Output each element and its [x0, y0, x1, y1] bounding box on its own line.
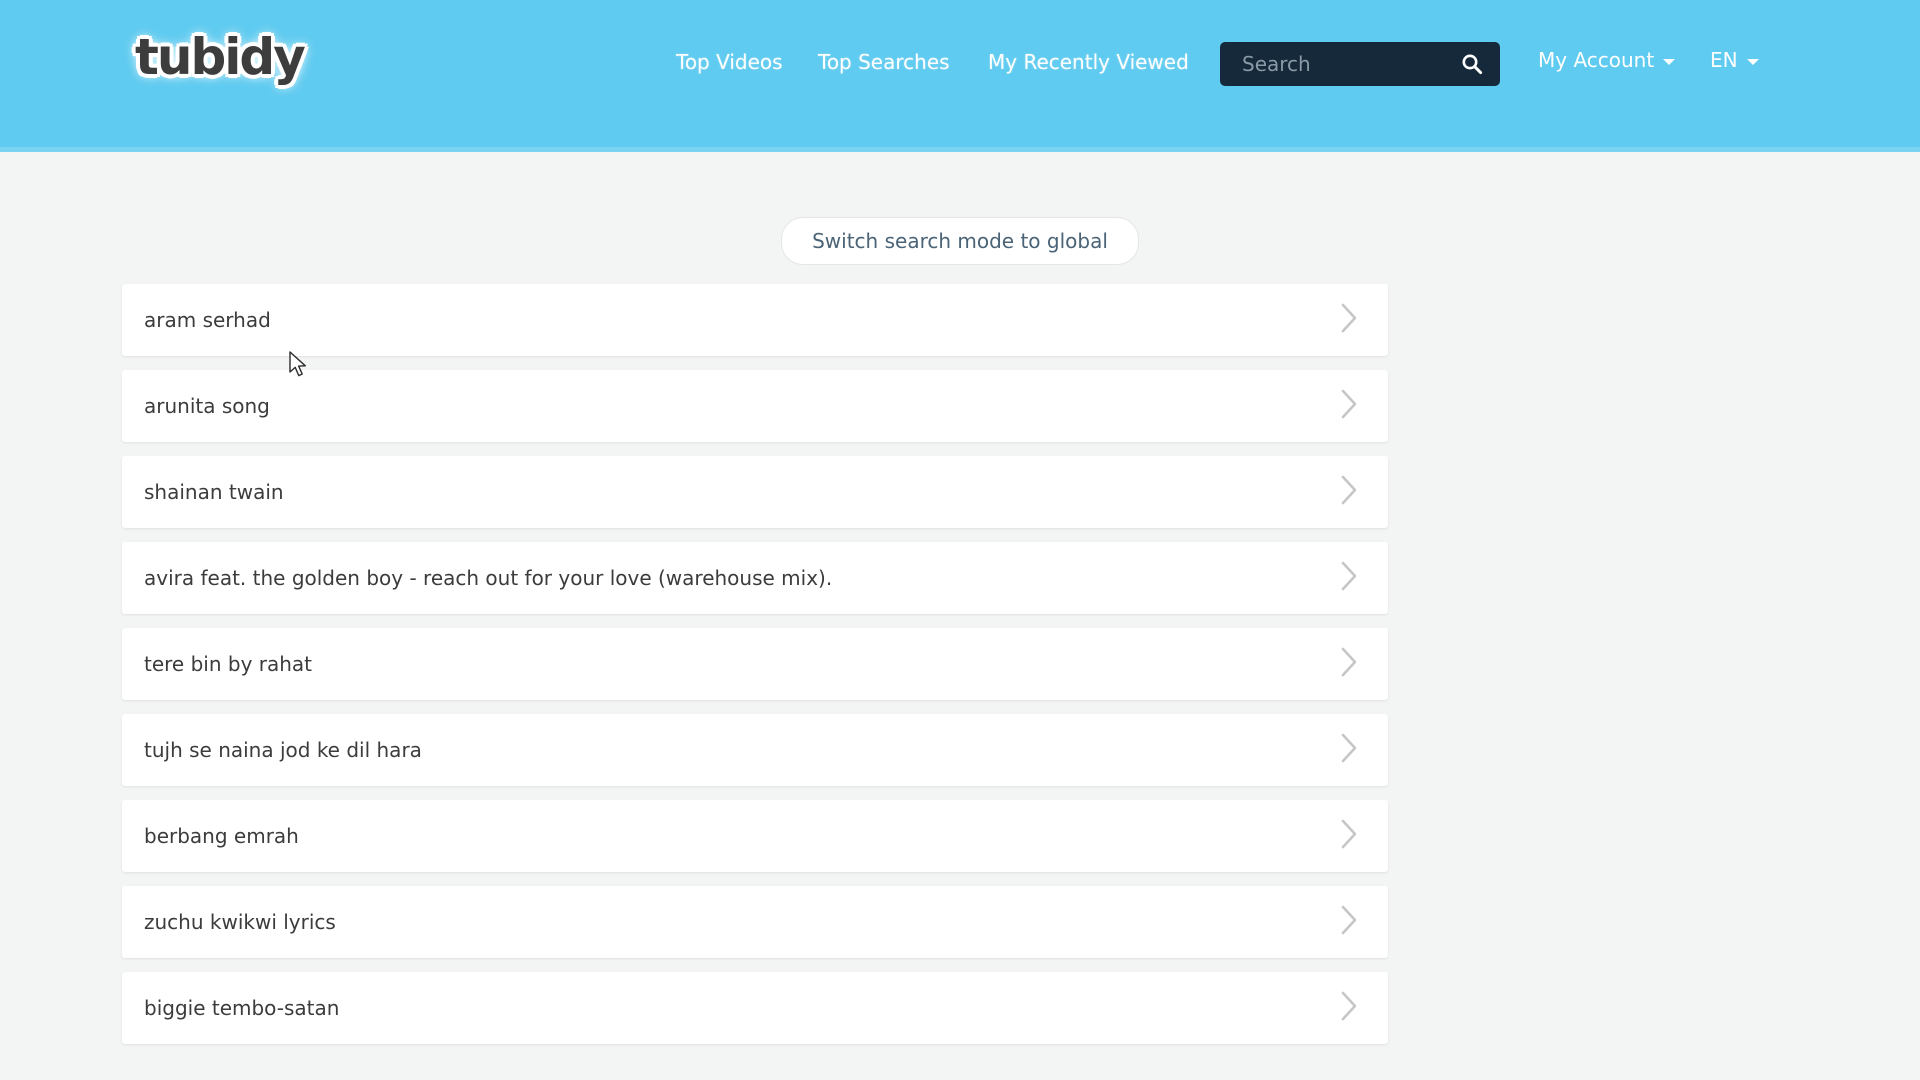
nav-link-my-recently-viewed[interactable]: My Recently Viewed	[988, 50, 1189, 74]
main-content: Switch search mode to global aram serhad…	[0, 152, 1920, 1044]
logo-text: tubidy	[135, 28, 306, 86]
list-item-label: zuchu kwikwi lyrics	[144, 910, 336, 934]
caret-down-icon	[1663, 58, 1676, 65]
nav-language-label: EN	[1710, 48, 1738, 72]
search-icon	[1461, 53, 1483, 75]
list-item[interactable]: shainan twain	[122, 456, 1388, 528]
list-item-label: tujh se naina jod ke dil hara	[144, 738, 422, 762]
list-item-label: avira feat. the golden boy - reach out f…	[144, 566, 833, 590]
caret-down-icon	[1746, 58, 1759, 65]
nav-link-top-searches[interactable]: Top Searches	[818, 50, 950, 74]
list-item[interactable]: tujh se naina jod ke dil hara	[122, 714, 1388, 786]
nav-link-top-videos[interactable]: Top Videos	[676, 50, 783, 74]
search-box[interactable]	[1220, 42, 1500, 86]
list-item-label: arunita song	[144, 394, 270, 418]
chevron-right-icon	[1338, 989, 1360, 1027]
list-item-label: tere bin by rahat	[144, 652, 313, 676]
nav-my-account[interactable]: My Account	[1538, 48, 1676, 72]
chevron-right-icon	[1338, 817, 1360, 855]
list-item[interactable]: avira feat. the golden boy - reach out f…	[122, 542, 1388, 614]
nav-language-selector[interactable]: EN	[1710, 48, 1759, 72]
list-item[interactable]: aram serhad	[122, 284, 1388, 356]
switch-mode-wrapper: Switch search mode to global	[0, 217, 1920, 265]
site-logo[interactable]: tubidy	[135, 26, 306, 92]
list-item-label: shainan twain	[144, 480, 284, 504]
list-item-label: biggie tembo-satan	[144, 996, 340, 1020]
list-item-label: aram serhad	[144, 308, 271, 332]
chevron-right-icon	[1338, 387, 1360, 425]
list-item[interactable]: biggie tembo-satan	[122, 972, 1388, 1044]
chevron-right-icon	[1338, 731, 1360, 769]
list-item[interactable]: zuchu kwikwi lyrics	[122, 886, 1388, 958]
chevron-right-icon	[1338, 903, 1360, 941]
list-item[interactable]: arunita song	[122, 370, 1388, 442]
search-input[interactable]	[1242, 42, 1442, 86]
site-header: tubidy Top Videos Top Searches My Recent…	[0, 0, 1920, 152]
search-button[interactable]	[1444, 42, 1500, 86]
suggestion-list: aram serhad arunita song shainan twain avir…	[122, 284, 1388, 1058]
chevron-right-icon	[1338, 645, 1360, 683]
nav-my-account-label: My Account	[1538, 48, 1655, 72]
chevron-right-icon	[1338, 473, 1360, 511]
list-item[interactable]: tere bin by rahat	[122, 628, 1388, 700]
chevron-right-icon	[1338, 559, 1360, 597]
switch-search-mode-button[interactable]: Switch search mode to global	[781, 217, 1139, 265]
list-item-label: berbang emrah	[144, 824, 299, 848]
list-item[interactable]: berbang emrah	[122, 800, 1388, 872]
chevron-right-icon	[1338, 301, 1360, 339]
